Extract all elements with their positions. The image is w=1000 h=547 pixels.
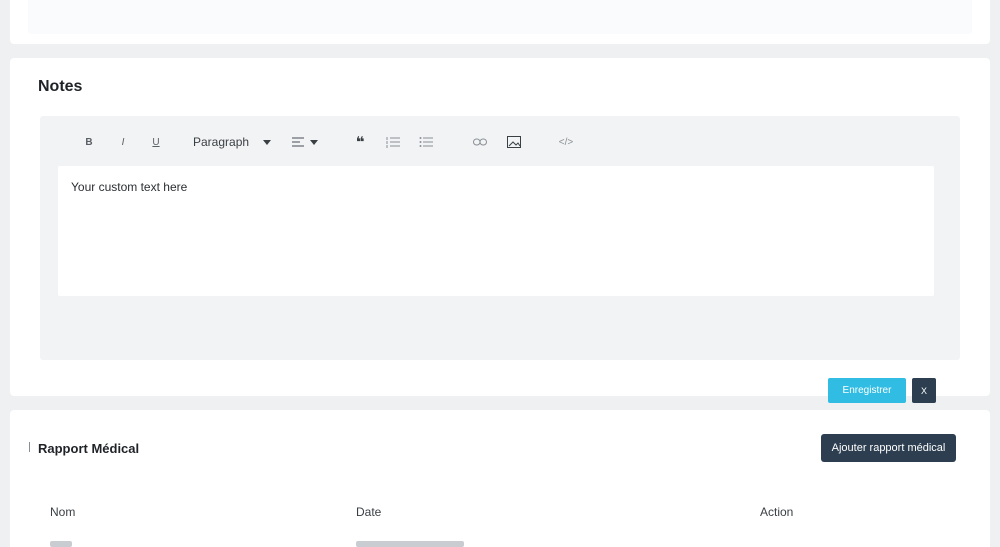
- top-card-inner: [28, 0, 972, 34]
- chevron-down-icon: [310, 139, 318, 145]
- editor-toolbar: B I U Paragraph ❝ </>: [40, 116, 960, 166]
- chevron-down-icon: [263, 139, 272, 145]
- medical-report-card: Rapport Médical Ajouter rapport médical …: [10, 410, 990, 547]
- save-button[interactable]: Enregistrer: [828, 378, 906, 403]
- bullet-list-icon[interactable]: [418, 134, 434, 150]
- report-title: Rapport Médical: [38, 441, 140, 456]
- table-row: [356, 541, 464, 547]
- notes-card: Notes B I U Paragraph ❝ </> Your custom …: [10, 58, 990, 403]
- code-view-icon[interactable]: </>: [558, 134, 574, 150]
- column-header-nom: Nom: [50, 505, 76, 519]
- add-medical-report-button[interactable]: Ajouter rapport médical: [821, 434, 956, 462]
- rich-text-editor: B I U Paragraph ❝ </> Your custom text h…: [40, 116, 960, 403]
- image-icon[interactable]: [506, 134, 522, 150]
- top-card: [10, 0, 990, 44]
- notes-title: Notes: [38, 78, 83, 95]
- column-header-action: Action: [760, 505, 794, 519]
- block-format-select[interactable]: Paragraph: [193, 134, 285, 150]
- editor-text: Your custom text here: [71, 180, 188, 194]
- editor-content[interactable]: Your custom text here: [58, 166, 934, 296]
- bold-icon[interactable]: B: [82, 134, 96, 150]
- block-format-label: Paragraph: [193, 135, 250, 149]
- secondary-action-button[interactable]: X: [912, 378, 936, 403]
- align-left-icon[interactable]: [292, 134, 324, 150]
- ordered-list-icon[interactable]: [385, 134, 401, 150]
- italic-icon[interactable]: I: [116, 134, 130, 150]
- table-row: [50, 541, 72, 547]
- page: Notes B I U Paragraph ❝ </> Your custom …: [0, 0, 1000, 547]
- divider: [29, 442, 30, 452]
- underline-icon[interactable]: U: [149, 134, 163, 150]
- blockquote-icon[interactable]: ❝: [353, 134, 367, 151]
- column-header-date: Date: [356, 505, 382, 519]
- link-icon[interactable]: [472, 134, 488, 150]
